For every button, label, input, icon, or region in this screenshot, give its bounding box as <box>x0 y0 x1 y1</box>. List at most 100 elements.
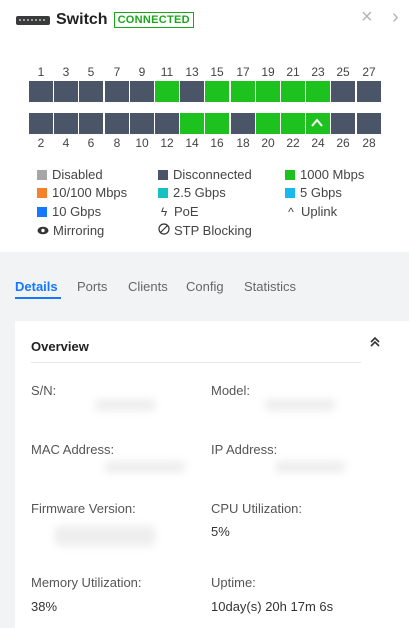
lightning-icon: ϟ <box>160 204 168 219</box>
port-15[interactable] <box>205 81 229 102</box>
port-9[interactable] <box>130 81 154 102</box>
port-19[interactable] <box>256 81 280 102</box>
legend-1000mbps: 1000 Mbps <box>285 167 364 182</box>
redacted-sn <box>95 399 155 411</box>
port-10[interactable] <box>130 113 154 134</box>
device-header: Switch CONNECTED <box>16 8 194 32</box>
port-25[interactable] <box>331 81 355 102</box>
port-18[interactable] <box>231 113 255 134</box>
port-number: 7 <box>113 65 121 79</box>
port-5[interactable] <box>79 81 103 102</box>
port-number: 27 <box>362 65 376 79</box>
port-17[interactable] <box>231 81 255 102</box>
port-22[interactable] <box>281 113 305 134</box>
port-28[interactable] <box>357 113 381 134</box>
port-2[interactable] <box>29 113 53 134</box>
detail-tabs: Details Ports Clients Config Statistics <box>0 268 409 299</box>
port-number: 5 <box>87 65 95 79</box>
cpu-utilization-label: CPU Utilization: <box>211 501 303 516</box>
memory-utilization-value: 38% <box>31 599 58 614</box>
collapse-icon[interactable] <box>369 335 381 351</box>
overview-title: Overview <box>31 339 89 354</box>
divider <box>31 362 361 363</box>
port-1[interactable] <box>29 81 53 102</box>
port-number: 4 <box>62 136 70 150</box>
model-label: Model: <box>211 383 251 398</box>
legend-label: PoE <box>174 204 199 219</box>
chevron-right-icon[interactable]: › <box>392 6 399 29</box>
legend-label: Disconnected <box>173 167 252 182</box>
port-13[interactable] <box>180 81 204 102</box>
port-24[interactable] <box>306 113 330 134</box>
cpu-utilization-value: 5% <box>211 524 230 539</box>
legend-label: 2.5 Gbps <box>173 185 226 200</box>
legend-label: Disabled <box>52 167 103 182</box>
legend-stp-blocking: STP Blocking <box>158 223 252 238</box>
port-number: 17 <box>236 65 250 79</box>
port-16[interactable] <box>205 113 229 134</box>
port-number: 10 <box>135 136 149 150</box>
tab-statistics[interactable]: Statistics <box>244 279 296 294</box>
port-11[interactable] <box>155 81 179 102</box>
disconnected-swatch <box>158 169 168 180</box>
port-23[interactable] <box>306 81 330 102</box>
port-number: 15 <box>210 65 224 79</box>
port-number: 19 <box>261 65 275 79</box>
firmware-version-label: Firmware Version: <box>31 501 136 516</box>
port-3[interactable] <box>54 81 78 102</box>
port-number: 6 <box>87 136 95 150</box>
legend-mirroring: Mirroring <box>37 223 104 238</box>
active-tab-indicator <box>15 297 61 299</box>
legend-label: Uplink <box>301 204 338 219</box>
port-number: 8 <box>113 136 121 150</box>
legend-label: STP Blocking <box>174 223 252 238</box>
port-27[interactable] <box>357 81 381 102</box>
port-number: 20 <box>261 136 275 150</box>
port-26[interactable] <box>331 113 355 134</box>
port-7[interactable] <box>105 81 129 102</box>
close-icon[interactable]: × <box>361 6 373 29</box>
tab-config[interactable]: Config <box>186 279 224 294</box>
port-number: 12 <box>160 136 174 150</box>
legend-5gbps: 5 Gbps <box>285 185 342 200</box>
uptime-label: Uptime: <box>211 575 256 590</box>
legend-10gbps: 10 Gbps <box>37 204 101 219</box>
uptime-value: 10day(s) 20h 17m 6s <box>211 599 334 614</box>
2-5gbps-swatch <box>158 187 168 198</box>
port-6[interactable] <box>79 113 103 134</box>
legend-2-5gbps: 2.5 Gbps <box>158 185 226 200</box>
redacted-model <box>265 399 335 411</box>
port-number: 16 <box>210 136 224 150</box>
legend-10-100mbps: 10/100 Mbps <box>37 185 127 200</box>
port-number: 3 <box>62 65 70 79</box>
tab-clients[interactable]: Clients <box>128 279 168 294</box>
port-20[interactable] <box>256 113 280 134</box>
port-number: 24 <box>311 136 325 150</box>
port-number: 13 <box>185 65 199 79</box>
tab-ports[interactable]: Ports <box>77 279 107 294</box>
eye-icon <box>37 224 49 238</box>
port-21[interactable] <box>281 81 305 102</box>
redacted-ip <box>275 461 345 473</box>
5gbps-swatch <box>285 187 295 198</box>
overview-panel: Overview S/N: Model: MAC Address: IP Add… <box>15 321 409 628</box>
port-14[interactable] <box>180 113 204 134</box>
port-12[interactable] <box>155 113 179 134</box>
port-number: 23 <box>311 65 325 79</box>
caret-up-icon: ^ <box>288 204 294 219</box>
port-8[interactable] <box>105 113 129 134</box>
legend-label: 1000 Mbps <box>300 167 365 182</box>
device-title: Switch <box>56 11 108 28</box>
mac-address-label: MAC Address: <box>31 442 115 457</box>
disabled-swatch <box>37 169 47 180</box>
10-100mbps-swatch <box>37 187 47 198</box>
blocked-icon <box>158 223 170 238</box>
port-number: 9 <box>138 65 146 79</box>
port-number: 21 <box>286 65 300 79</box>
redacted-firmware <box>55 526 155 546</box>
sn-label: S/N: <box>31 383 57 398</box>
port-number: 22 <box>286 136 300 150</box>
port-number: 11 <box>160 65 174 79</box>
tab-details[interactable]: Details <box>15 279 58 294</box>
port-4[interactable] <box>54 113 78 134</box>
